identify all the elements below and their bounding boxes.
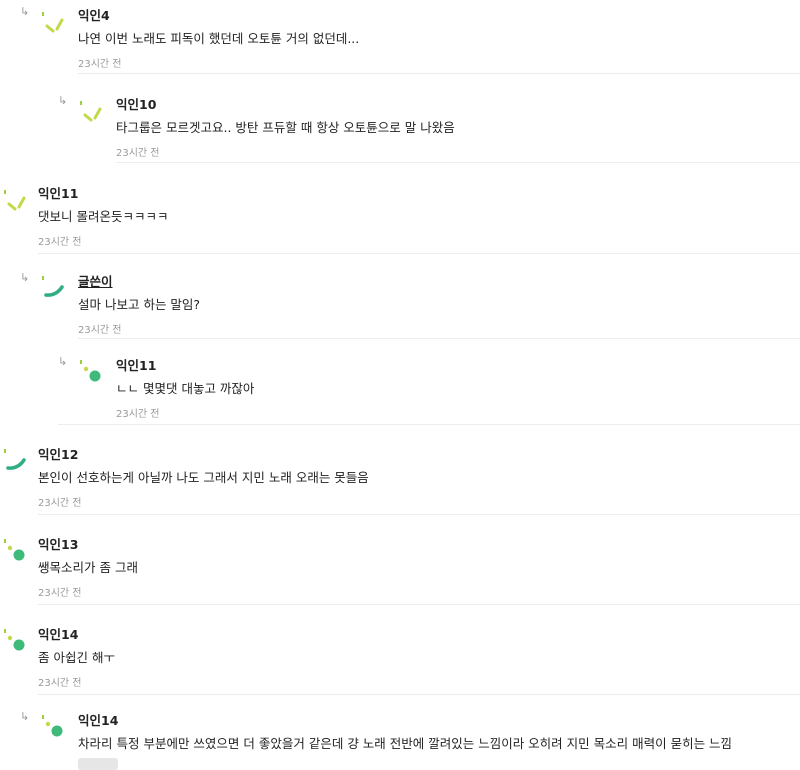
- lime-sticks-icon: [42, 12, 64, 33]
- comment-text: ㄴㄴ 몇몇댓 대놓고 까잖아: [116, 381, 255, 396]
- comment-text: 타그룹은 모르겟고요.. 방탄 프듀할 때 항상 오토튠으로 말 나왔음: [116, 120, 455, 135]
- lime-sticks-icon: [80, 101, 102, 122]
- image-thumbnail[interactable]: [78, 758, 118, 770]
- comment-item: ↳ 익인10 타그룹은 모르겟고요.. 방탄 프듀할 때 항상 오토튠으로 말 …: [58, 89, 800, 163]
- comment-text: 차라리 특정 부분에만 쓰였으면 더 좋았을거 같은데 걍 노래 전반에 깔려있…: [78, 736, 733, 751]
- comment-time: 23시간 전: [78, 325, 122, 336]
- comment-author[interactable]: 익인12: [38, 444, 78, 463]
- divider: [38, 694, 800, 695]
- comment-time: 23시간 전: [38, 588, 82, 599]
- comment-item: 익인11 댓보니 몰려온듯ㅋㅋㅋㅋ 23시간 전: [0, 178, 800, 254]
- green-dots-icon: [4, 629, 25, 651]
- divider: [38, 514, 800, 515]
- comment-author[interactable]: 익인14: [38, 624, 78, 643]
- lime-sticks-icon: [4, 190, 26, 211]
- comment-time: 23시간 전: [38, 237, 82, 248]
- green-dots-icon: [80, 360, 101, 382]
- comment-author[interactable]: 글쓴이: [78, 271, 113, 290]
- comment-item: ↳ 글쓴이 설마 나보고 하는 말임? 23시간 전: [20, 266, 800, 339]
- divider: [38, 253, 800, 254]
- comment-author[interactable]: 익인10: [116, 94, 156, 113]
- comment-author[interactable]: 익인11: [116, 355, 156, 374]
- comment-item: ↳ 익인14 차라리 특정 부분에만 쓰였으면 더 좋았을거 같은데 걍 노래 …: [20, 705, 800, 767]
- comment-author[interactable]: 익인13: [38, 534, 78, 553]
- comment-text: 나연 이번 노래도 피독이 했던데 오토튠 거의 없던데...: [78, 31, 360, 46]
- green-arc-icon: [4, 449, 26, 470]
- comment-text: 좀 아쉽긴 해ㅜ: [38, 650, 115, 665]
- comment-time: 23시간 전: [38, 678, 82, 689]
- reply-arrow-icon: ↳: [20, 710, 30, 723]
- comment-author[interactable]: 익인14: [78, 710, 118, 729]
- reply-arrow-icon: ↳: [20, 5, 30, 18]
- comment-item: 익인13 쌩목소리가 좀 그래 23시간 전: [0, 529, 800, 605]
- green-arc-icon: [42, 276, 64, 297]
- green-dots-icon: [42, 715, 63, 737]
- green-dots-icon: [4, 539, 25, 561]
- comment-item: 익인14 좀 아쉽긴 해ㅜ 23시간 전: [0, 619, 800, 695]
- reply-arrow-icon: ↳: [20, 271, 30, 284]
- comment-text: 댓보니 몰려온듯ㅋㅋㅋㅋ: [38, 209, 169, 224]
- divider: [116, 162, 800, 163]
- comment-time: 23시간 전: [116, 148, 160, 159]
- comment-text: 쌩목소리가 좀 그래: [38, 560, 138, 575]
- comment-author[interactable]: 익인4: [78, 5, 110, 24]
- comment-item: ↳ 익인4 나연 이번 노래도 피독이 했던데 오토튠 거의 없던데... 23…: [20, 0, 800, 74]
- comment-author[interactable]: 익인11: [38, 183, 78, 202]
- reply-arrow-icon: ↳: [58, 94, 68, 107]
- comment-time: 23시간 전: [38, 498, 82, 509]
- comment-time: 23시간 전: [116, 409, 160, 420]
- divider: [78, 73, 800, 74]
- comment-item: 익인12 본인이 선호하는게 아닐까 나도 그래서 지민 노래 오래는 못들음 …: [0, 439, 800, 515]
- comment-item: ↳ 익인11 ㄴㄴ 몇몇댓 대놓고 까잖아 23시간 전: [58, 350, 800, 425]
- divider: [38, 604, 800, 605]
- reply-arrow-icon: ↳: [58, 355, 68, 368]
- comment-text: 본인이 선호하는게 아닐까 나도 그래서 지민 노래 오래는 못들음: [38, 470, 369, 485]
- comment-text: 설마 나보고 하는 말임?: [78, 297, 201, 312]
- divider: [58, 424, 800, 425]
- comment-time: 23시간 전: [78, 59, 122, 70]
- divider: [78, 338, 800, 339]
